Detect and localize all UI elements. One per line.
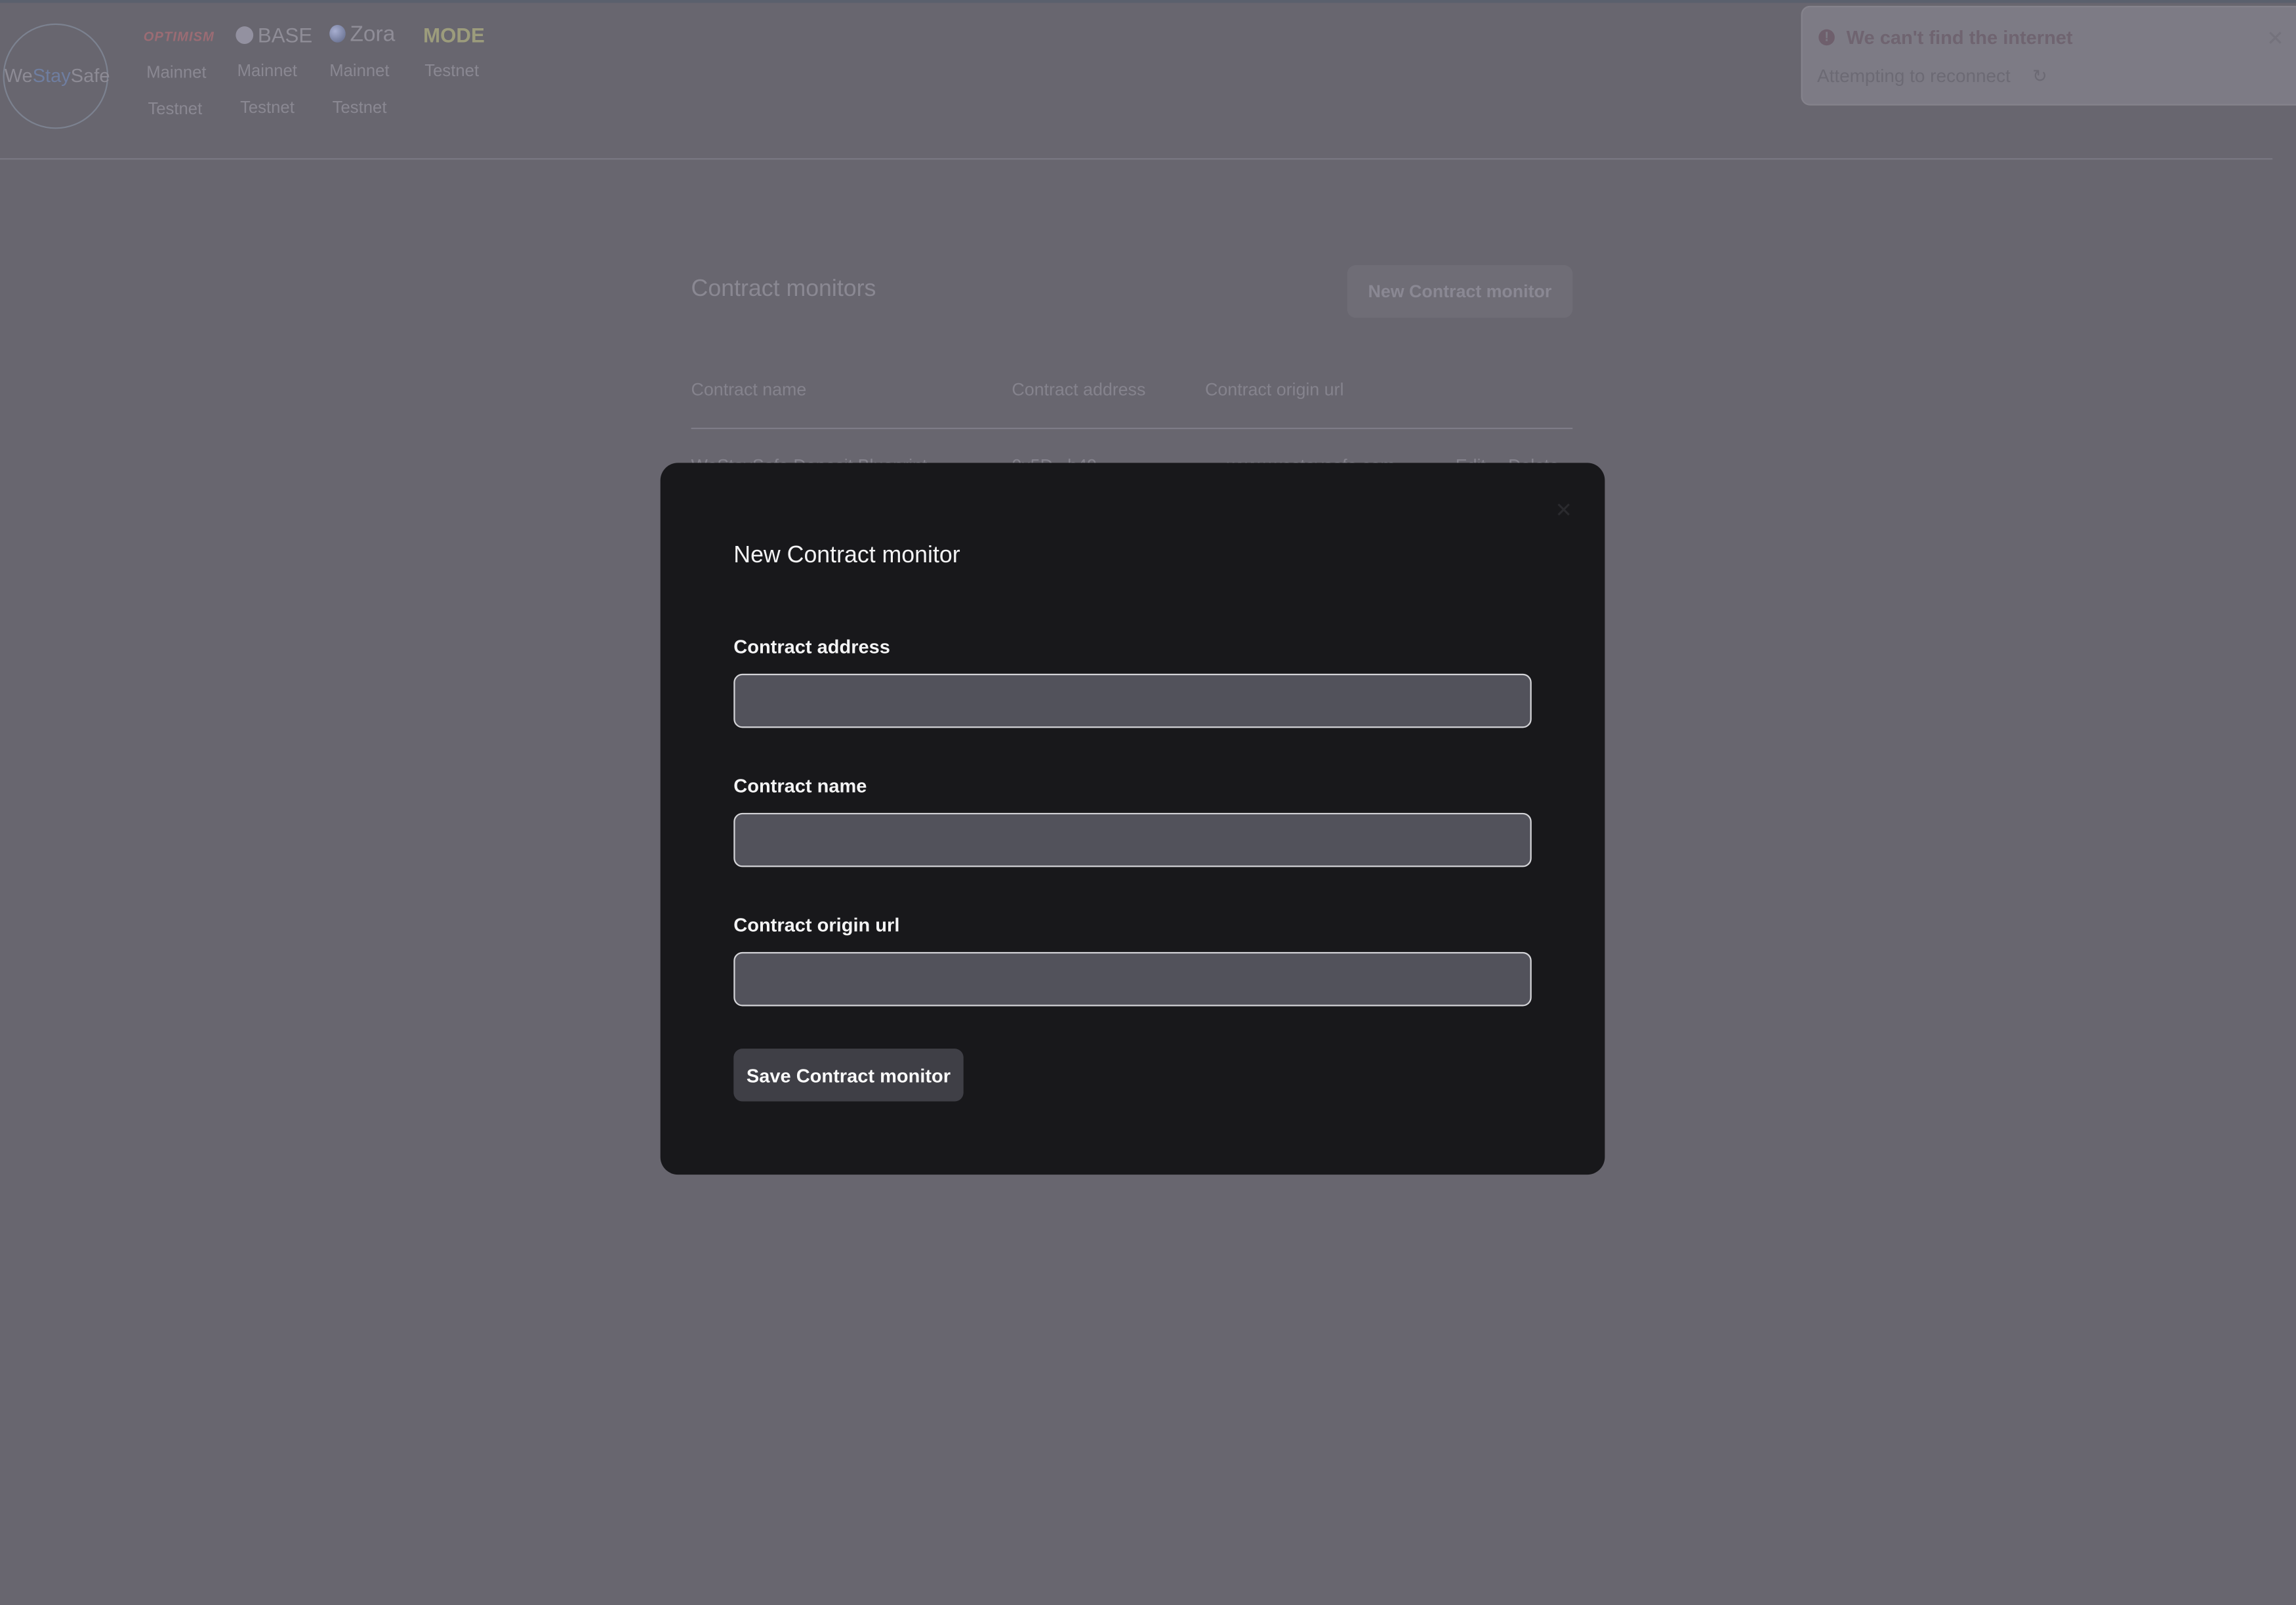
connection-toast (1801, 5, 2296, 106)
base-name: BASE (257, 23, 313, 47)
table-divider (691, 427, 1573, 430)
zora-icon (329, 24, 346, 43)
contract-name-input[interactable] (733, 812, 1532, 867)
zora-testnet-link[interactable]: Testnet (333, 100, 387, 117)
optimism-testnet-link[interactable]: Testnet (148, 101, 202, 119)
toast-close-icon[interactable]: ✕ (2266, 26, 2284, 51)
base-testnet-link[interactable]: Testnet (240, 100, 295, 117)
contract-origin-url-input[interactable] (733, 951, 1532, 1007)
save-contract-monitor-button[interactable]: Save Contract monitor (733, 1049, 964, 1102)
zora-name: Zora (350, 22, 396, 47)
logo-part: We (4, 64, 33, 87)
base-icon (236, 26, 254, 44)
contract-origin-url-label: Contract origin url (733, 913, 900, 936)
app: WeStaySafe OPTIMISM Mainnet Testnet BASE… (0, 0, 2296, 1605)
exclamation-circle-icon: ! (1818, 29, 1835, 46)
refresh-icon: ↻ (2032, 66, 2047, 87)
page-title: Contract monitors (691, 276, 876, 302)
toast-title: We can't find the internet (1846, 26, 2073, 49)
mode-logo: MODE (423, 23, 485, 47)
base-logo: BASE (236, 24, 312, 47)
top-border (0, 0, 2296, 3)
modal-close-icon[interactable]: ✕ (1555, 498, 1572, 523)
new-contract-monitor-button[interactable]: New Contract monitor (1347, 265, 1573, 318)
column-header-url: Contract origin url (1205, 379, 1344, 400)
logo-part: Safe (70, 64, 110, 87)
base-mainnet-link[interactable]: Mainnet (237, 63, 297, 81)
contract-address-input[interactable] (733, 673, 1532, 728)
logo-part: Stay (32, 64, 71, 87)
mode-testnet-link[interactable]: Testnet (424, 63, 479, 81)
logo[interactable]: WeStaySafe (5, 64, 110, 86)
column-header-name: Contract name (691, 379, 807, 400)
header-divider (0, 158, 2273, 160)
zora-mainnet-link[interactable]: Mainnet (329, 63, 389, 81)
toast-subtitle: Attempting to reconnect (1817, 66, 2011, 87)
optimism-mainnet-link[interactable]: Mainnet (146, 64, 206, 82)
contract-address-label: Contract address (733, 635, 890, 658)
modal-title: New Contract monitor (733, 543, 960, 569)
zora-logo: Zora (329, 22, 395, 47)
column-header-address: Contract address (1012, 379, 1146, 400)
optimism-logo: OPTIMISM (143, 29, 215, 44)
contract-name-label: Contract name (733, 774, 867, 797)
